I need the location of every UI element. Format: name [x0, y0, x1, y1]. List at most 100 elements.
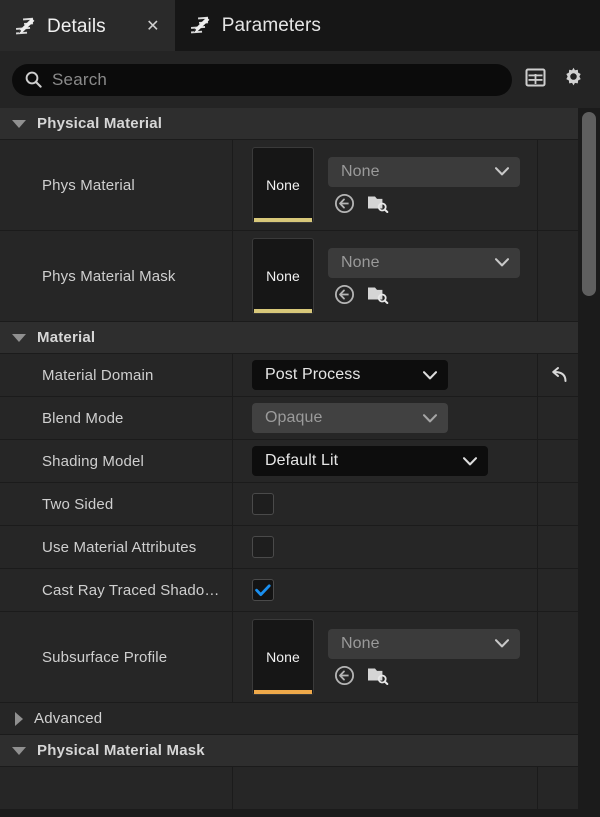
- use-material-attributes-checkbox[interactable]: [252, 536, 274, 558]
- property-row-blend-mode: Blend Mode Opaque: [0, 397, 578, 440]
- category-header-advanced[interactable]: Advanced: [0, 703, 578, 735]
- property-label: Material Domain: [0, 354, 233, 396]
- table-grid-icon: [525, 67, 546, 93]
- category-title: Material: [37, 329, 95, 346]
- asset-picker-value: None: [341, 254, 487, 272]
- property-value: [233, 526, 538, 568]
- two-sided-checkbox[interactable]: [252, 493, 274, 515]
- category-header-physical-material-mask[interactable]: Physical Material Mask: [0, 735, 578, 767]
- tab-bar: Details ✕ Parameters: [0, 0, 600, 51]
- chevron-down-icon: [12, 747, 26, 755]
- property-reset-cell: [538, 440, 578, 482]
- property-reset-cell: [538, 354, 578, 396]
- browse-to-asset-icon[interactable]: [367, 666, 389, 685]
- property-reset-cell: [538, 526, 578, 568]
- use-selected-asset-icon[interactable]: [334, 284, 355, 305]
- use-selected-asset-icon[interactable]: [334, 193, 355, 214]
- property-value: [233, 767, 538, 809]
- property-value: Opaque: [233, 397, 538, 439]
- category-header-physical-material[interactable]: Physical Material: [0, 108, 578, 140]
- property-value: None None: [233, 231, 538, 321]
- asset-thumbnail-label: None: [266, 177, 300, 193]
- tab-parameters-label: Parameters: [222, 15, 321, 37]
- shading-model-combo[interactable]: Default Lit: [252, 446, 488, 476]
- use-selected-asset-icon[interactable]: [334, 665, 355, 686]
- details-pencil-icon: [189, 16, 211, 36]
- asset-controls: None: [328, 157, 520, 214]
- material-domain-value: Post Process: [265, 366, 415, 384]
- property-row-partial: [0, 767, 578, 810]
- tab-details-label: Details: [47, 16, 106, 38]
- reset-to-default-arrow-icon[interactable]: [547, 365, 569, 385]
- property-reset-cell: [538, 767, 578, 809]
- search-input[interactable]: Search: [12, 64, 512, 96]
- asset-thumbnail-label: None: [266, 649, 300, 665]
- category-title: Physical Material Mask: [37, 742, 205, 759]
- asset-picker-combo[interactable]: None: [328, 629, 520, 659]
- asset-type-color-bar: [254, 218, 312, 222]
- asset-picker-combo[interactable]: None: [328, 157, 520, 187]
- column-settings-button[interactable]: [520, 65, 550, 95]
- asset-controls: None: [328, 629, 520, 686]
- asset-type-color-bar: [254, 309, 312, 313]
- chevron-down-icon: [463, 457, 477, 466]
- asset-picker-value: None: [341, 163, 487, 181]
- property-label: Shading Model: [0, 440, 233, 482]
- property-row-two-sided: Two Sided: [0, 483, 578, 526]
- search-placeholder: Search: [52, 70, 107, 90]
- material-domain-combo[interactable]: Post Process: [252, 360, 448, 390]
- property-row-phys-material-mask: Phys Material Mask None None: [0, 231, 578, 322]
- vertical-scrollbar-track[interactable]: [578, 108, 600, 817]
- browse-to-asset-icon[interactable]: [367, 194, 389, 213]
- view-options-button[interactable]: [558, 65, 588, 95]
- chevron-down-icon: [423, 414, 437, 423]
- chevron-down-icon: [12, 334, 26, 342]
- property-value: None None: [233, 140, 538, 230]
- chevron-down-icon: [495, 258, 509, 267]
- chevron-down-icon: [495, 167, 509, 176]
- category-header-material[interactable]: Material: [0, 322, 578, 354]
- asset-picker-value: None: [341, 635, 487, 653]
- cast-ray-traced-shadows-checkbox[interactable]: [252, 579, 274, 601]
- asset-controls: None: [328, 248, 520, 305]
- property-reset-cell: [538, 612, 578, 702]
- property-reset-cell: [538, 140, 578, 230]
- property-row-shading-model: Shading Model Default Lit: [0, 440, 578, 483]
- blend-mode-combo[interactable]: Opaque: [252, 403, 448, 433]
- category-title: Advanced: [34, 710, 102, 727]
- asset-type-color-bar: [254, 690, 312, 694]
- property-reset-cell: [538, 483, 578, 525]
- browse-to-asset-icon[interactable]: [367, 285, 389, 304]
- asset-action-buttons: [328, 193, 520, 214]
- asset-thumbnail[interactable]: None: [252, 619, 314, 695]
- tab-parameters[interactable]: Parameters: [175, 0, 333, 51]
- property-label: Phys Material: [0, 140, 233, 230]
- property-value: [233, 569, 538, 611]
- asset-thumbnail[interactable]: None: [252, 147, 314, 223]
- asset-thumbnail[interactable]: None: [252, 238, 314, 314]
- property-value: [233, 483, 538, 525]
- property-value: None None: [233, 612, 538, 702]
- tab-details[interactable]: Details ✕: [0, 0, 175, 51]
- gear-icon: [562, 66, 585, 94]
- property-row-material-domain: Material Domain Post Process: [0, 354, 578, 397]
- chevron-right-icon: [15, 712, 23, 726]
- chevron-down-icon: [495, 639, 509, 648]
- property-reset-cell: [538, 231, 578, 321]
- property-label: Phys Material Mask: [0, 231, 233, 321]
- asset-picker-combo[interactable]: None: [328, 248, 520, 278]
- property-reset-cell: [538, 569, 578, 611]
- asset-thumbnail-label: None: [266, 268, 300, 284]
- property-row-phys-material: Phys Material None None: [0, 140, 578, 231]
- property-row-use-material-attributes: Use Material Attributes: [0, 526, 578, 569]
- category-title: Physical Material: [37, 115, 162, 132]
- details-pencil-icon: [14, 17, 36, 37]
- search-toolbar: Search: [0, 51, 600, 108]
- tab-close-icon[interactable]: ✕: [143, 17, 163, 37]
- shading-model-value: Default Lit: [265, 452, 455, 470]
- vertical-scrollbar-thumb[interactable]: [582, 112, 596, 296]
- search-icon: [25, 71, 42, 88]
- details-panel: Details ✕ Parameters: [0, 0, 600, 817]
- property-label: Subsurface Profile: [0, 612, 233, 702]
- property-label: Two Sided: [0, 483, 233, 525]
